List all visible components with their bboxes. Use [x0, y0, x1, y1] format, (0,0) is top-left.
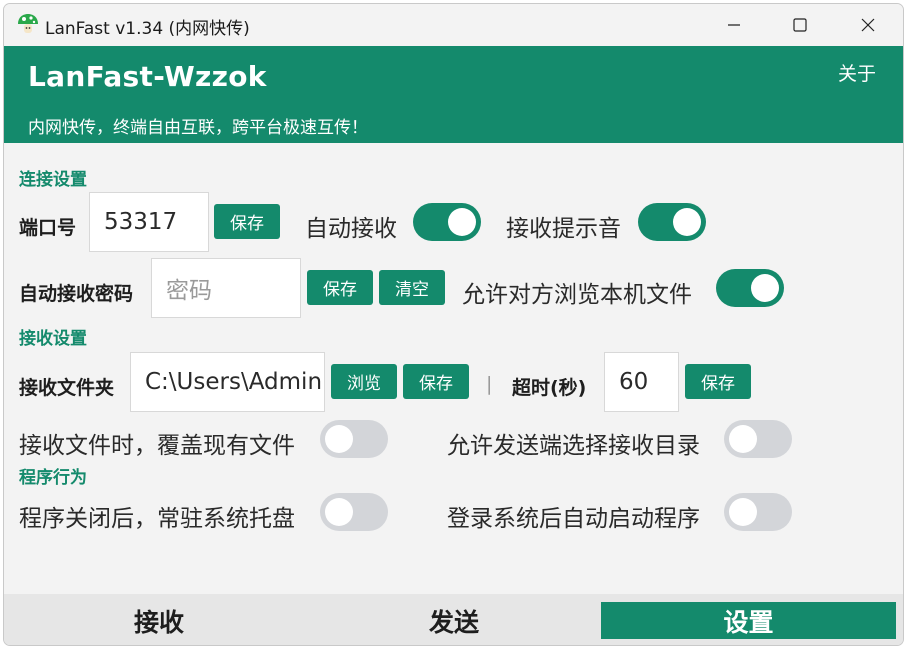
overwrite-label: 接收文件时，覆盖现有文件: [19, 433, 295, 459]
minimize-button[interactable]: [700, 4, 768, 45]
receive-sound-toggle[interactable]: [638, 203, 706, 241]
tray-label: 程序关闭后，常驻系统托盘: [19, 506, 295, 532]
port-save-button[interactable]: 保存: [214, 204, 280, 239]
tab-send[interactable]: 发送: [307, 602, 601, 639]
window-title: LanFast v1.34 (内网快传): [45, 19, 250, 39]
allow-browse-label: 允许对方浏览本机文件: [462, 282, 692, 308]
autostart-label: 登录系统后自动启动程序: [447, 506, 700, 532]
timeout-label: 超时(秒): [512, 377, 587, 399]
sender-dir-label: 允许发送端选择接收目录: [447, 433, 700, 459]
close-icon: [861, 18, 875, 31]
title-bar[interactable]: LanFast v1.34 (内网快传): [4, 4, 903, 45]
timeout-input[interactable]: 60: [604, 352, 679, 412]
password-label: 自动接收密码: [19, 283, 134, 305]
section-title-behavior: 程序行为: [19, 468, 87, 488]
section-title-connection: 连接设置: [19, 170, 87, 190]
section-title-receive: 接收设置: [19, 329, 87, 349]
auto-receive-toggle[interactable]: [413, 203, 481, 241]
maximize-icon: [793, 17, 807, 32]
sender-dir-toggle[interactable]: [724, 420, 792, 458]
autostart-toggle[interactable]: [724, 493, 792, 531]
port-label: 端口号: [19, 217, 77, 239]
port-input[interactable]: 53317: [89, 192, 209, 252]
about-link[interactable]: 关于: [838, 59, 876, 86]
close-button[interactable]: [834, 4, 902, 45]
folder-save-button[interactable]: 保存: [403, 364, 469, 399]
app-header: LanFast-Wzzok 关于 内网快传，终端自由互联，跨平台极速互传！: [4, 46, 903, 143]
password-input[interactable]: 密码: [151, 258, 301, 318]
overwrite-toggle[interactable]: [320, 420, 388, 458]
brand-title: LanFast-Wzzok: [28, 60, 267, 93]
settings-panel: 连接设置 端口号 53317 保存 自动接收 接收提示音 自动接收密码 密码 保…: [4, 143, 903, 591]
app-window: LanFast v1.34 (内网快传) LanFast-Wzzok 关于 内网…: [3, 3, 904, 646]
auto-receive-label: 自动接收: [305, 216, 397, 242]
timeout-save-button[interactable]: 保存: [685, 364, 751, 399]
maximize-button[interactable]: [766, 4, 834, 45]
separator: |: [486, 373, 493, 395]
mushroom-icon: [16, 12, 40, 36]
password-save-button[interactable]: 保存: [307, 270, 373, 305]
tab-receive[interactable]: 接收: [12, 602, 306, 639]
bottom-nav: 接收 发送 设置: [4, 594, 903, 645]
password-clear-button[interactable]: 清空: [379, 270, 445, 305]
allow-browse-toggle[interactable]: [716, 269, 784, 307]
tab-settings[interactable]: 设置: [601, 602, 896, 639]
minimize-icon: [728, 23, 740, 26]
tray-toggle[interactable]: [320, 493, 388, 531]
tagline: 内网快传，终端自由互联，跨平台极速互传！: [28, 118, 368, 138]
folder-input[interactable]: C:\Users\Administrator\Downloads: [130, 352, 325, 412]
browse-button[interactable]: 浏览: [331, 364, 397, 399]
folder-label: 接收文件夹: [19, 377, 115, 399]
receive-sound-label: 接收提示音: [506, 216, 621, 242]
